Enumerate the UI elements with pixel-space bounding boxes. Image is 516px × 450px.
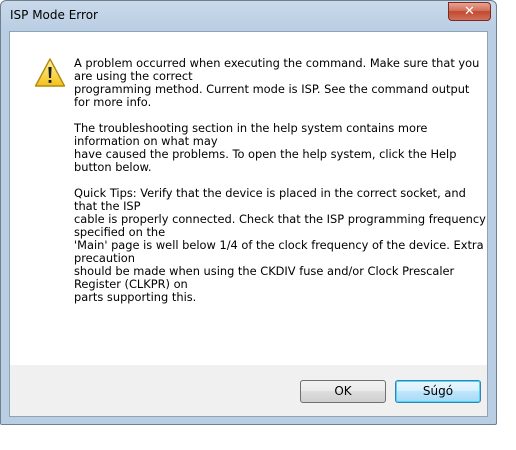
message-panel: A problem occurred when executing the co…	[10, 32, 487, 365]
message-line: for more info.	[74, 95, 152, 109]
window-title: ISP Mode Error	[10, 8, 98, 22]
message-paragraph: A problem occurred when executing the co…	[74, 57, 479, 109]
close-button[interactable]: ✕	[448, 2, 491, 21]
title-bar[interactable]: ISP Mode Error ✕	[1, 1, 496, 31]
message-paragraph: Quick Tips: Verify that the device is pl…	[74, 187, 486, 304]
message-line: parts supporting this.	[74, 290, 197, 304]
close-icon: ✕	[464, 4, 475, 19]
message-line: button below.	[74, 160, 152, 174]
dialog-client-area: A problem occurred when executing the co…	[9, 31, 488, 417]
warning-icon	[34, 58, 66, 87]
dialog-window: ISP Mode Error ✕ A problem occurred when…	[0, 0, 497, 425]
message-paragraph: The troubleshooting section in the help …	[74, 122, 466, 174]
help-button[interactable]: Súgó	[395, 380, 481, 403]
error-message: A problem occurred when executing the co…	[74, 57, 486, 317]
ok-button[interactable]: OK	[300, 380, 386, 403]
